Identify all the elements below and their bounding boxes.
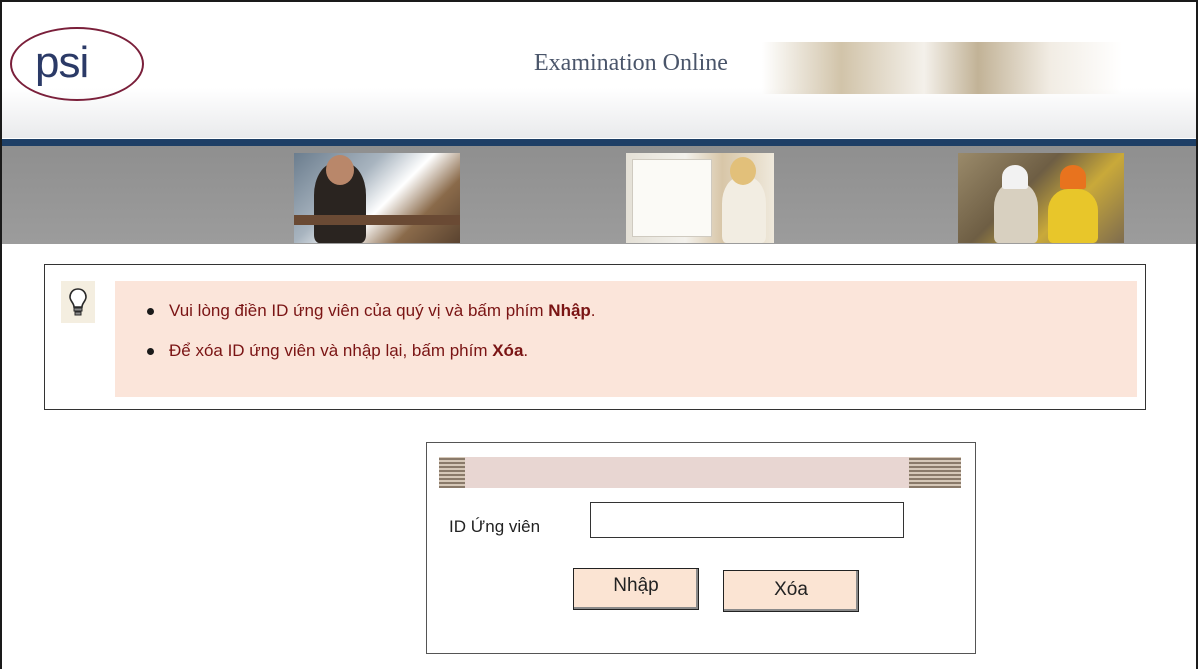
header-divider — [2, 139, 1196, 146]
instruction-keyword: Xóa — [492, 341, 524, 360]
instruction-text: Để xóa ID ứng viên và nhập lại, bấm phím — [169, 341, 493, 360]
logo-text: psi — [35, 38, 89, 87]
candidate-id-input[interactable] — [590, 502, 904, 538]
candidate-id-label: ID Ứng viên — [449, 517, 541, 536]
grip-right — [909, 457, 961, 488]
header-decoration — [762, 42, 1122, 94]
instruction-list: Vui lòng điền ID ứng viên của quý vị và … — [145, 301, 596, 381]
header: psi Examination Online — [2, 2, 1196, 139]
grip-left — [439, 457, 465, 488]
lightbulb-icon — [69, 288, 87, 316]
app-frame: psi Examination Online Vui lòng điền ID … — [0, 0, 1198, 669]
banner-photo-businessman — [294, 153, 460, 243]
login-panel: ID Ứng viên Nhập Xóa — [426, 442, 976, 654]
banner-photo-presenter — [626, 153, 774, 243]
instruction-panel: Vui lòng điền ID ứng viên của quý vị và … — [115, 281, 1137, 397]
instruction-text: Vui lòng điền ID ứng viên của quý vị và … — [169, 301, 549, 320]
enter-button[interactable]: Nhập — [573, 568, 699, 610]
instruction-item: Để xóa ID ứng viên và nhập lại, bấm phím… — [145, 341, 596, 381]
instruction-item: Vui lòng điền ID ứng viên của quý vị và … — [145, 301, 596, 341]
instruction-end: . — [523, 341, 529, 360]
page-title: Examination Online — [534, 50, 728, 76]
instruction-end: . — [590, 301, 596, 320]
tip-cell — [61, 281, 95, 323]
login-title-bar — [439, 457, 961, 488]
header-gradient — [2, 88, 1196, 138]
instruction-keyword: Nhập — [548, 301, 591, 320]
clear-button[interactable]: Xóa — [723, 570, 859, 612]
banner-photo-workers — [958, 153, 1124, 243]
instruction-box: Vui lòng điền ID ứng viên của quý vị và … — [44, 264, 1146, 410]
